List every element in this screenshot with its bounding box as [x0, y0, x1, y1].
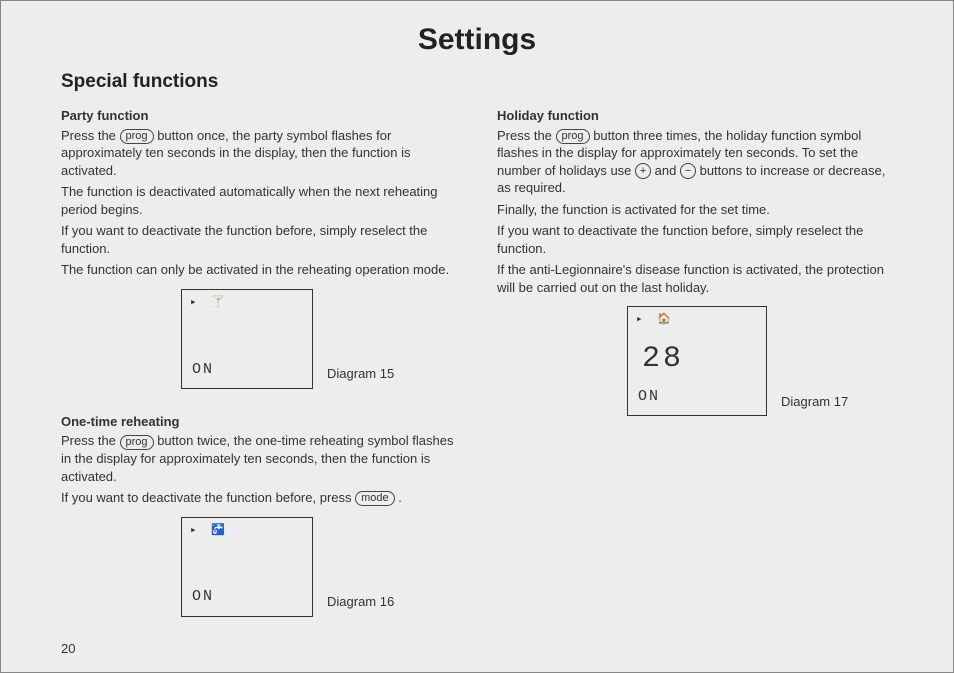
diagram-16-row: ▸ 🚰 ON Diagram 16 [181, 517, 457, 617]
section-heading: Special functions [61, 71, 893, 93]
prog-button-icon: prog [120, 435, 154, 450]
diagram-17-row: ▸ 🏠 28 ON Diagram 17 [627, 306, 893, 416]
text: Press the [61, 128, 120, 143]
diagram-17-label: Diagram 17 [781, 393, 848, 411]
page-number: 20 [61, 641, 75, 656]
lcd-top-icons: ▸ 🏠 [636, 313, 758, 328]
onetime-p1: Press the prog button twice, the one-tim… [61, 432, 457, 485]
text: If you want to deactivate the function b… [61, 490, 355, 505]
holiday-p2: Finally, the function is activated for t… [497, 201, 893, 219]
onetime-heading: One-time reheating [61, 413, 457, 431]
manual-page: Settings Special functions Party functio… [0, 0, 954, 673]
party-p4: The function can only be activated in th… [61, 261, 457, 279]
diagram-15-label: Diagram 15 [327, 365, 394, 383]
two-column-layout: Party function Press the prog button onc… [61, 107, 893, 631]
plus-button-icon: + [635, 163, 651, 179]
holiday-p4: If the anti-Legionnaire's disease functi… [497, 261, 893, 296]
diagram-15-row: ▸ 🍸 ON Diagram 15 [181, 289, 457, 389]
page-title: Settings [61, 23, 893, 57]
text: Press the [497, 128, 556, 143]
prog-button-icon: prog [120, 129, 154, 144]
prog-button-icon: prog [556, 129, 590, 144]
party-p2: The function is deactivated automaticall… [61, 183, 457, 218]
party-p1: Press the prog button once, the party sy… [61, 127, 457, 180]
mode-button-icon: mode [355, 491, 395, 506]
lcd-diagram-17: ▸ 🏠 28 ON [627, 306, 767, 416]
lcd-holiday-count: 28 [642, 339, 684, 380]
lcd-top-icons: ▸ 🍸 [190, 296, 304, 311]
onetime-p2: If you want to deactivate the function b… [61, 489, 457, 507]
lcd-on-label: ON [638, 387, 660, 407]
lcd-diagram-16: ▸ 🚰 ON [181, 517, 313, 617]
party-function-heading: Party function [61, 107, 457, 125]
text: and [655, 163, 680, 178]
diagram-16-label: Diagram 16 [327, 593, 394, 611]
lcd-diagram-15: ▸ 🍸 ON [181, 289, 313, 389]
lcd-top-icons: ▸ 🚰 [190, 524, 304, 539]
party-p3: If you want to deactivate the function b… [61, 222, 457, 257]
lcd-on-label: ON [192, 587, 214, 607]
minus-button-icon: − [680, 163, 696, 179]
lcd-on-label: ON [192, 360, 214, 380]
text: Press the [61, 433, 120, 448]
holiday-p3: If you want to deactivate the function b… [497, 222, 893, 257]
holiday-p1: Press the prog button three times, the h… [497, 127, 893, 197]
holiday-heading: Holiday function [497, 107, 893, 125]
left-column: Party function Press the prog button onc… [61, 107, 457, 631]
right-column: Holiday function Press the prog button t… [497, 107, 893, 631]
text: . [398, 490, 402, 505]
